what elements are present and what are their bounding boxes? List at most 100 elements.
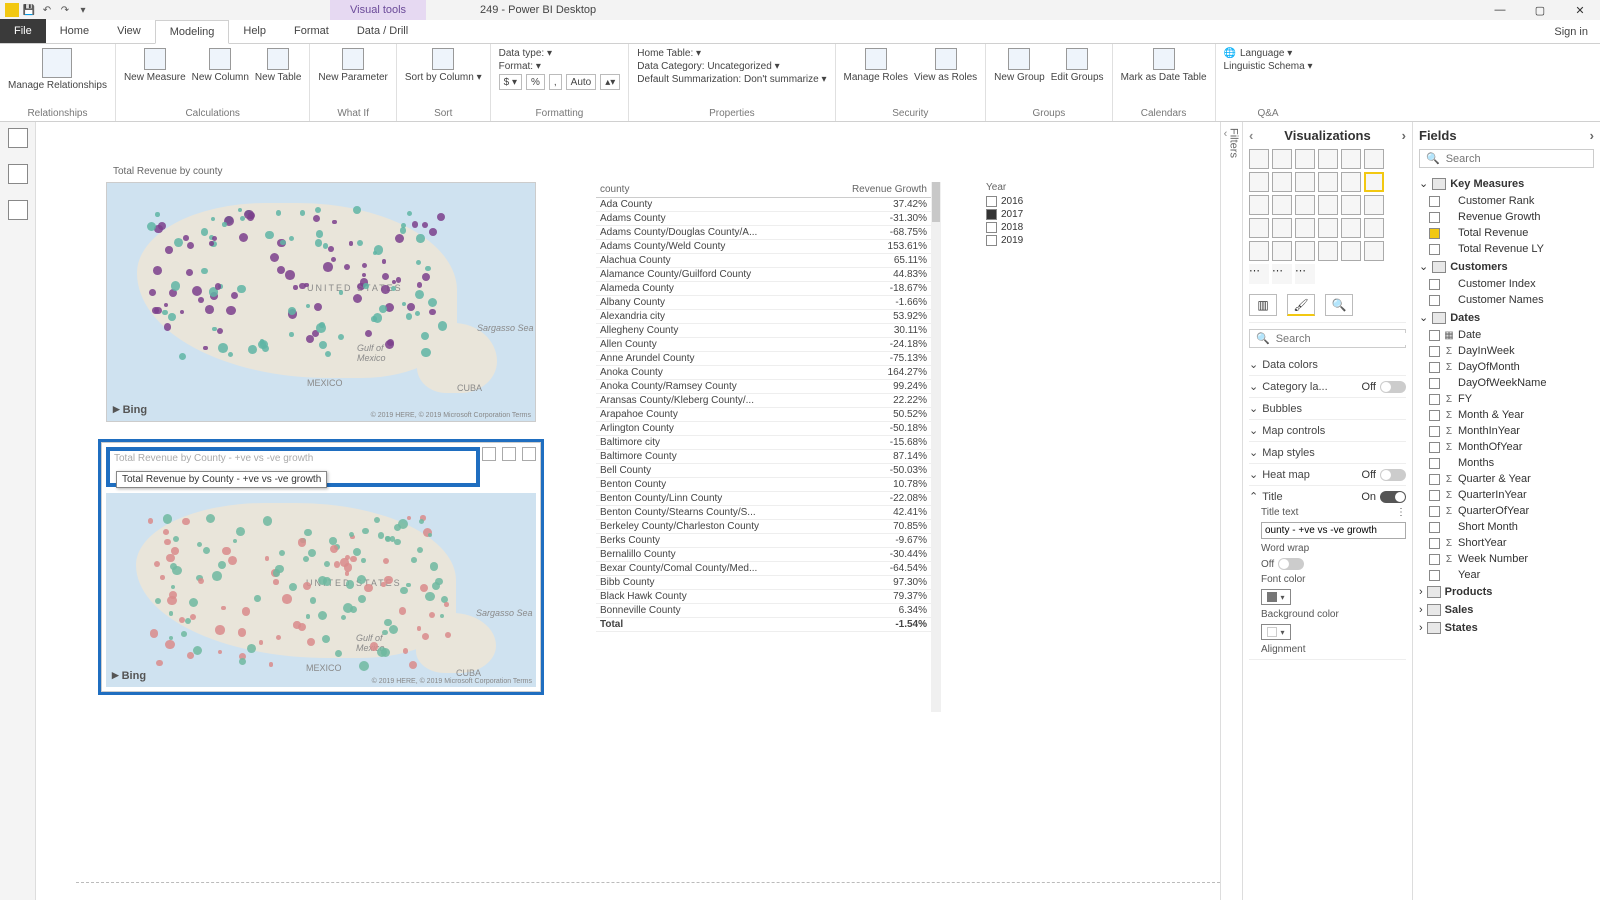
table-row[interactable]: Benton County/Linn County-22.08% — [596, 492, 931, 506]
fields-field-row[interactable]: ΣMonthOfYear — [1429, 439, 1594, 455]
format-search-input[interactable] — [1276, 333, 1412, 345]
toggle-word-wrap[interactable] — [1278, 558, 1304, 570]
table-row[interactable]: Alamance County/Guilford County44.83% — [596, 268, 931, 282]
table-row[interactable]: Albany County-1.66% — [596, 296, 931, 310]
table-header-county[interactable]: county — [596, 182, 820, 198]
fields-table-header[interactable]: ›Products — [1419, 583, 1594, 601]
table-row[interactable]: Arapahoe County50.52% — [596, 408, 931, 422]
ribbon-format[interactable]: Format: ▾ — [499, 61, 621, 72]
ribbon-linguistic-schema[interactable]: Linguistic Schema ▾ — [1224, 61, 1313, 72]
vis-type-icon[interactable] — [1364, 241, 1384, 261]
filters-pane-collapsed[interactable]: ‹ Filters — [1220, 122, 1242, 900]
slicer-item[interactable]: 2019 — [986, 234, 1066, 247]
ribbon-new-table[interactable]: New Table — [255, 48, 302, 83]
table-row[interactable]: Berks County-9.67% — [596, 534, 931, 548]
vis-type-icon[interactable] — [1295, 195, 1315, 215]
vis-globe-icon[interactable]: ⋯ — [1272, 264, 1292, 284]
tab-file[interactable]: File — [0, 19, 46, 43]
fmt-map-controls[interactable]: ⌄ Map controls — [1249, 424, 1406, 437]
table-row[interactable]: Arlington County-50.18% — [596, 422, 931, 436]
fields-search[interactable]: 🔍 — [1419, 149, 1594, 168]
ribbon-comma[interactable]: , — [549, 74, 562, 90]
ribbon-mark-as-date-table[interactable]: Mark as Date Table — [1121, 48, 1207, 83]
vis-type-icon[interactable] — [1364, 172, 1384, 192]
model-view-icon[interactable] — [8, 200, 28, 220]
vis-type-icon[interactable] — [1341, 149, 1361, 169]
vis-type-icon[interactable] — [1364, 195, 1384, 215]
slicer-item[interactable]: 2016 — [986, 195, 1066, 208]
vis-type-icon[interactable] — [1341, 218, 1361, 238]
table-row[interactable]: Adams County/Douglas County/A...-68.75% — [596, 226, 931, 240]
ribbon-sort-by-column[interactable]: Sort by Column ▾ — [405, 48, 482, 83]
ribbon-new-group[interactable]: New Group — [994, 48, 1045, 83]
ribbon-data-category[interactable]: Data Category: Uncategorized ▾ — [637, 61, 826, 72]
fmt-bubbles[interactable]: ⌄ Bubbles — [1249, 402, 1406, 415]
fmt-title[interactable]: ⌃ TitleOn — [1249, 490, 1406, 503]
fmt-data-colors[interactable]: ⌄ Data colors — [1249, 358, 1406, 371]
vis-type-icon[interactable] — [1295, 241, 1315, 261]
table-row[interactable]: Benton County/Stearns County/S...42.41% — [596, 506, 931, 520]
fields-field-row[interactable]: Customer Names — [1429, 292, 1594, 308]
ribbon-manage-relationships[interactable]: Manage Relationships — [8, 48, 107, 91]
window-close-icon[interactable]: ✕ — [1560, 0, 1600, 20]
fields-table-header[interactable]: ⌄Customers — [1419, 257, 1594, 276]
ribbon-new-column[interactable]: New Column — [192, 48, 249, 83]
table-row[interactable]: Anoka County164.27% — [596, 366, 931, 380]
table-row[interactable]: Allen County-24.18% — [596, 338, 931, 352]
fields-field-row[interactable]: Short Month — [1429, 519, 1594, 535]
vis-type-icon[interactable] — [1364, 149, 1384, 169]
visual-filter-icon[interactable] — [482, 447, 496, 461]
vis-type-icon[interactable] — [1249, 172, 1269, 192]
ribbon-new-measure[interactable]: New Measure — [124, 48, 186, 83]
fields-field-row[interactable]: DayOfWeekName — [1429, 375, 1594, 391]
ribbon-manage-roles[interactable]: Manage Roles — [844, 48, 908, 83]
vis-type-icon[interactable] — [1341, 241, 1361, 261]
visual-map-pos-neg-growth[interactable]: Total Revenue by County - +ve vs -ve gro… — [101, 442, 541, 692]
format-tab-icon[interactable]: 🖌 — [1287, 294, 1315, 316]
fields-field-row[interactable]: ΣShortYear — [1429, 535, 1594, 551]
table-row[interactable]: Anoka County/Ramsey County99.24% — [596, 380, 931, 394]
vis-type-icon[interactable] — [1318, 195, 1338, 215]
fields-pane-collapse-icon[interactable]: › — [1590, 128, 1594, 143]
vis-type-icon[interactable] — [1272, 172, 1292, 192]
table-row[interactable]: Alameda County-18.67% — [596, 282, 931, 296]
tab-format[interactable]: Format — [280, 19, 343, 43]
visual-more-icon[interactable] — [522, 447, 536, 461]
vis-type-icon[interactable] — [1249, 241, 1269, 261]
fmt-map-styles[interactable]: ⌄ Map styles — [1249, 446, 1406, 459]
toggle-category-labels[interactable] — [1380, 381, 1406, 393]
fields-field-row[interactable]: Total Revenue — [1429, 225, 1594, 241]
vis-type-icon[interactable] — [1272, 241, 1292, 261]
vis-type-icon[interactable] — [1318, 172, 1338, 192]
ribbon-default-summarization[interactable]: Default Summarization: Don't summarize ▾ — [637, 74, 826, 85]
report-canvas[interactable]: Total Revenue by county UNITED STATES ME… — [36, 122, 1220, 900]
table-row[interactable]: Bexar County/Comal County/Med...-64.54% — [596, 562, 931, 576]
ribbon-language[interactable]: 🌐 Language ▾ — [1224, 48, 1313, 59]
vis-type-icon[interactable] — [1341, 172, 1361, 192]
table-row[interactable]: Adams County/Weld County153.61% — [596, 240, 931, 254]
vis-type-icon[interactable] — [1364, 218, 1384, 238]
qat-redo-icon[interactable]: ↷ — [57, 2, 73, 18]
fields-search-input[interactable] — [1446, 153, 1588, 165]
ribbon-data-type[interactable]: Data type: ▾ — [499, 48, 621, 59]
vis-type-icon[interactable] — [1318, 149, 1338, 169]
window-maximize-icon[interactable]: ▢ — [1520, 0, 1560, 20]
fields-field-row[interactable]: ΣQuarter & Year — [1429, 471, 1594, 487]
page-strip[interactable] — [76, 882, 1220, 900]
fmt-title-fx-icon[interactable]: ⋮ — [1396, 507, 1406, 518]
table-row[interactable]: Baltimore city-15.68% — [596, 436, 931, 450]
vis-drill-icon[interactable]: ⋯ — [1249, 264, 1269, 284]
ribbon-currency[interactable]: $ ▾ — [499, 74, 522, 90]
table-row[interactable]: Benton County10.78% — [596, 478, 931, 492]
table-row[interactable]: Anne Arundel County-75.13% — [596, 352, 931, 366]
ribbon-new-parameter[interactable]: New Parameter — [318, 48, 387, 83]
fields-field-row[interactable]: ΣMonthInYear — [1429, 423, 1594, 439]
table-row[interactable]: Allegheny County30.11% — [596, 324, 931, 338]
report-view-icon[interactable] — [8, 128, 28, 148]
fields-well-tab-icon[interactable]: ▥ — [1249, 294, 1277, 316]
ribbon-decimals-auto[interactable]: Auto — [566, 74, 597, 90]
tab-home[interactable]: Home — [46, 19, 103, 43]
fields-field-row[interactable]: ▦Date — [1429, 327, 1594, 343]
visual-focus-icon[interactable] — [502, 447, 516, 461]
fmt-category-labels[interactable]: ⌄ Category la...Off — [1249, 380, 1406, 393]
